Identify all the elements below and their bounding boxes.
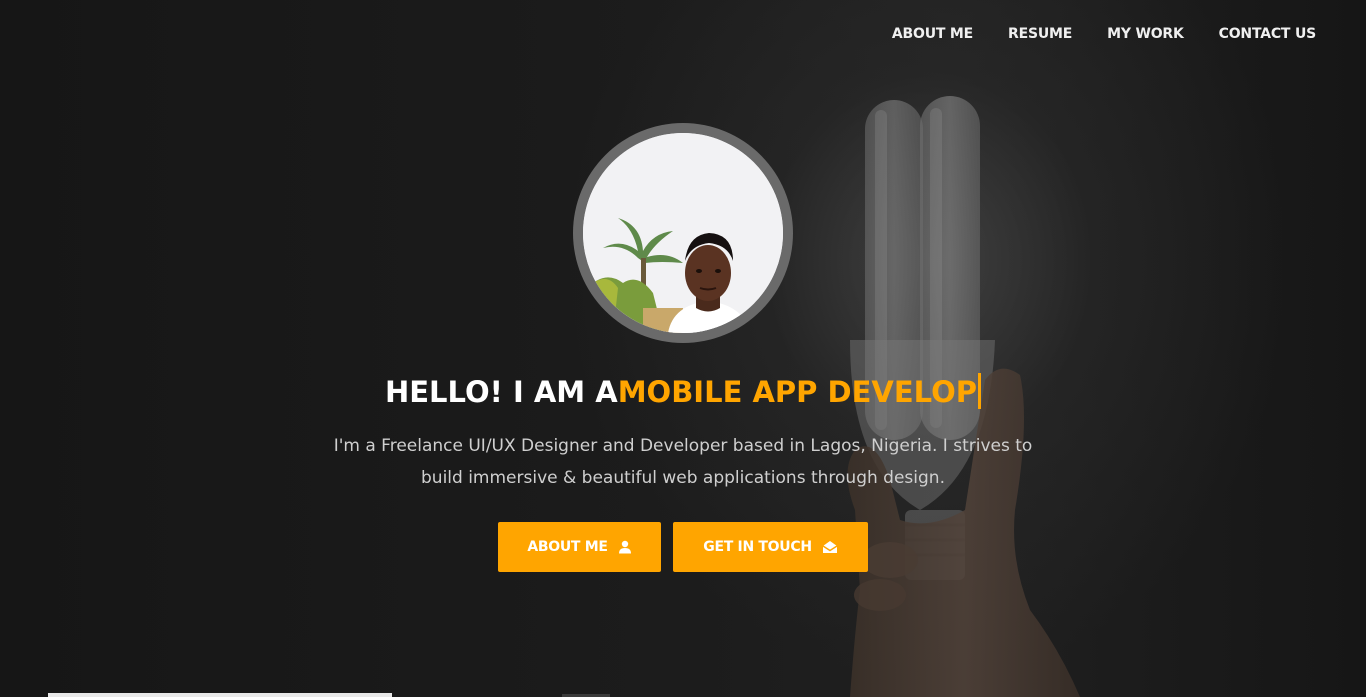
intro-line-2: build immersive & beautiful web applicat… <box>421 468 945 488</box>
user-icon <box>618 540 632 554</box>
hero-intro-text: I'm a Freelance UI/UX Designer and Devel… <box>300 430 1066 494</box>
profile-photo <box>583 133 783 333</box>
headline-typed-text: MOBILE APP DEVELOP <box>617 375 978 409</box>
about-me-button-label: ABOUT ME <box>527 539 608 555</box>
about-me-button[interactable]: ABOUT ME <box>498 522 661 572</box>
hero-buttons: ABOUT ME GET IN TOUCH <box>498 522 868 572</box>
nav-link-contact-us[interactable]: CONTACT US <box>1219 24 1317 44</box>
nav-link-about-me[interactable]: ABOUT ME <box>892 24 973 44</box>
hero-section: ABOUT ME RESUME MY WORK CONTACT US HELLO… <box>0 0 1366 697</box>
typing-cursor <box>978 373 982 409</box>
get-in-touch-button[interactable]: GET IN TOUCH <box>673 522 868 572</box>
profile-avatar <box>573 123 793 343</box>
main-nav: ABOUT ME RESUME MY WORK CONTACT US <box>892 24 1316 44</box>
bottom-progress-line <box>48 693 392 697</box>
hero-headline: HELLO! I AM AMOBILE APP DEVELOP <box>0 370 1366 414</box>
nav-link-my-work[interactable]: MY WORK <box>1107 24 1184 44</box>
nav-link-resume[interactable]: RESUME <box>1008 24 1072 44</box>
envelope-open-icon <box>822 540 838 554</box>
intro-line-1: I'm a Freelance UI/UX Designer and Devel… <box>333 436 1033 456</box>
headline-static-text: HELLO! I AM A <box>384 375 618 409</box>
profile-photo-illustration <box>583 133 783 333</box>
get-in-touch-button-label: GET IN TOUCH <box>703 539 812 555</box>
